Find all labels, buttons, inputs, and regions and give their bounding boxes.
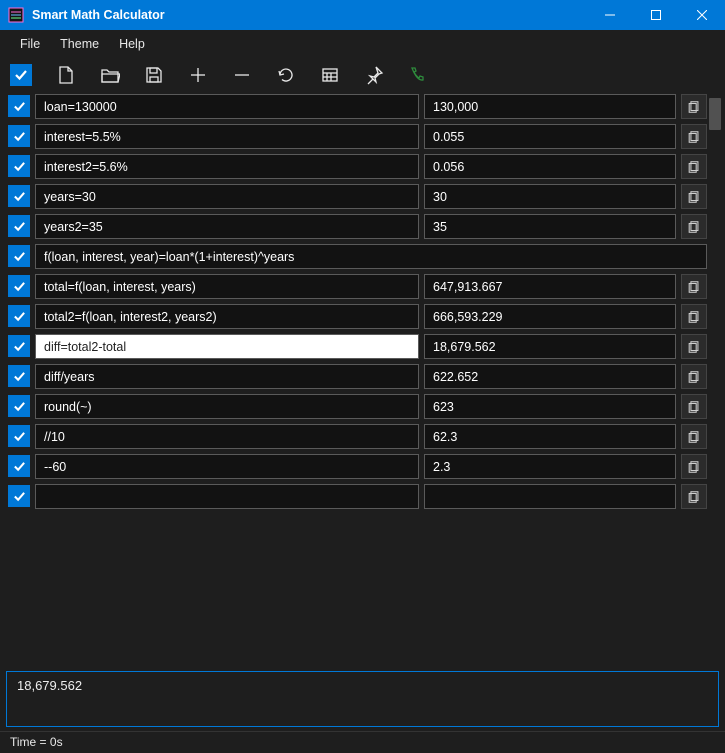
expression-input[interactable]: total2=f(loan, interest2, years2): [35, 304, 419, 329]
copy-button[interactable]: [681, 394, 707, 419]
rows-list: loan=130000130,000interest=5.5%0.055inte…: [8, 94, 707, 509]
status-bar: Time = 0s: [0, 731, 725, 753]
row-checkbox[interactable]: [8, 215, 30, 237]
row-checkbox[interactable]: [8, 485, 30, 507]
minimize-button[interactable]: [587, 0, 633, 30]
toolbar: [0, 58, 725, 94]
copy-button[interactable]: [681, 364, 707, 389]
calc-row: diff/years622.652: [8, 364, 707, 389]
expression-input[interactable]: years2=35: [35, 214, 419, 239]
menu-help[interactable]: Help: [111, 34, 153, 54]
expression-input[interactable]: interest=5.5%: [35, 124, 419, 149]
expression-input[interactable]: loan=130000: [35, 94, 419, 119]
maximize-button[interactable]: [633, 0, 679, 30]
row-checkbox[interactable]: [8, 245, 30, 267]
expression-input[interactable]: interest2=5.6%: [35, 154, 419, 179]
result-output[interactable]: 62.3: [424, 424, 676, 449]
selected-result: 18,679.562: [6, 671, 719, 727]
result-output[interactable]: 130,000: [424, 94, 676, 119]
result-output[interactable]: 0.056: [424, 154, 676, 179]
expression-input[interactable]: //10: [35, 424, 419, 449]
copy-button[interactable]: [681, 304, 707, 329]
new-file-icon[interactable]: [56, 65, 76, 85]
menu-file[interactable]: File: [12, 34, 48, 54]
copy-button[interactable]: [681, 184, 707, 209]
row-checkbox[interactable]: [8, 275, 30, 297]
save-icon[interactable]: [144, 65, 164, 85]
calc-row: loan=130000130,000: [8, 94, 707, 119]
titlebar: Smart Math Calculator: [0, 0, 725, 30]
expression-input[interactable]: diff/years: [35, 364, 419, 389]
close-button[interactable]: [679, 0, 725, 30]
copy-button[interactable]: [681, 154, 707, 179]
row-checkbox[interactable]: [8, 95, 30, 117]
row-checkbox[interactable]: [8, 155, 30, 177]
expression-input[interactable]: round(~): [35, 394, 419, 419]
refresh-icon[interactable]: [276, 65, 296, 85]
expression-input[interactable]: total=f(loan, interest, years): [35, 274, 419, 299]
expression-input[interactable]: --60: [35, 454, 419, 479]
result-output[interactable]: 2.3: [424, 454, 676, 479]
calc-row: round(~)623: [8, 394, 707, 419]
calc-row: interest2=5.6%0.056: [8, 154, 707, 179]
copy-button[interactable]: [681, 124, 707, 149]
calc-row: total=f(loan, interest, years)647,913.66…: [8, 274, 707, 299]
toggle-all-checkbox[interactable]: [10, 64, 32, 86]
copy-button[interactable]: [681, 274, 707, 299]
result-output[interactable]: 622.652: [424, 364, 676, 389]
copy-button[interactable]: [681, 454, 707, 479]
plus-icon[interactable]: [188, 65, 208, 85]
calc-row: //1062.3: [8, 424, 707, 449]
result-output[interactable]: 35: [424, 214, 676, 239]
copy-button[interactable]: [681, 484, 707, 509]
phone-icon[interactable]: [408, 65, 428, 85]
row-checkbox[interactable]: [8, 425, 30, 447]
expression-input[interactable]: f(loan, interest, year)=loan*(1+interest…: [35, 244, 707, 269]
app-icon: [8, 7, 24, 23]
pin-icon[interactable]: [364, 65, 384, 85]
result-output[interactable]: 647,913.667: [424, 274, 676, 299]
copy-button[interactable]: [681, 334, 707, 359]
row-checkbox[interactable]: [8, 305, 30, 327]
calculator-icon[interactable]: [320, 65, 340, 85]
minus-icon[interactable]: [232, 65, 252, 85]
expression-input[interactable]: diff=total2-total: [35, 334, 419, 359]
calc-row: --602.3: [8, 454, 707, 479]
window-buttons: [587, 0, 725, 30]
calc-row: [8, 484, 707, 509]
row-checkbox[interactable]: [8, 395, 30, 417]
expression-input[interactable]: [35, 484, 419, 509]
calc-row: years=3030: [8, 184, 707, 209]
result-output[interactable]: 30: [424, 184, 676, 209]
copy-button[interactable]: [681, 424, 707, 449]
calc-row: interest=5.5%0.055: [8, 124, 707, 149]
copy-button[interactable]: [681, 214, 707, 239]
menubar: File Theme Help: [0, 30, 725, 58]
scrollbar[interactable]: [707, 94, 723, 509]
result-output[interactable]: 666,593.229: [424, 304, 676, 329]
copy-button[interactable]: [681, 94, 707, 119]
row-checkbox[interactable]: [8, 365, 30, 387]
result-output[interactable]: 0.055: [424, 124, 676, 149]
result-output[interactable]: 18,679.562: [424, 334, 676, 359]
rows-area: loan=130000130,000interest=5.5%0.055inte…: [0, 94, 725, 509]
result-output[interactable]: [424, 484, 676, 509]
expression-input[interactable]: years=30: [35, 184, 419, 209]
row-checkbox[interactable]: [8, 125, 30, 147]
row-checkbox[interactable]: [8, 185, 30, 207]
row-checkbox[interactable]: [8, 455, 30, 477]
calc-row: diff=total2-total18,679.562: [8, 334, 707, 359]
calc-row: total2=f(loan, interest2, years2)666,593…: [8, 304, 707, 329]
scrollbar-thumb[interactable]: [709, 98, 721, 130]
row-checkbox[interactable]: [8, 335, 30, 357]
window-title: Smart Math Calculator: [32, 8, 165, 22]
result-output[interactable]: 623: [424, 394, 676, 419]
calc-row: years2=3535: [8, 214, 707, 239]
menu-theme[interactable]: Theme: [52, 34, 107, 54]
calc-row: f(loan, interest, year)=loan*(1+interest…: [8, 244, 707, 269]
open-folder-icon[interactable]: [100, 65, 120, 85]
